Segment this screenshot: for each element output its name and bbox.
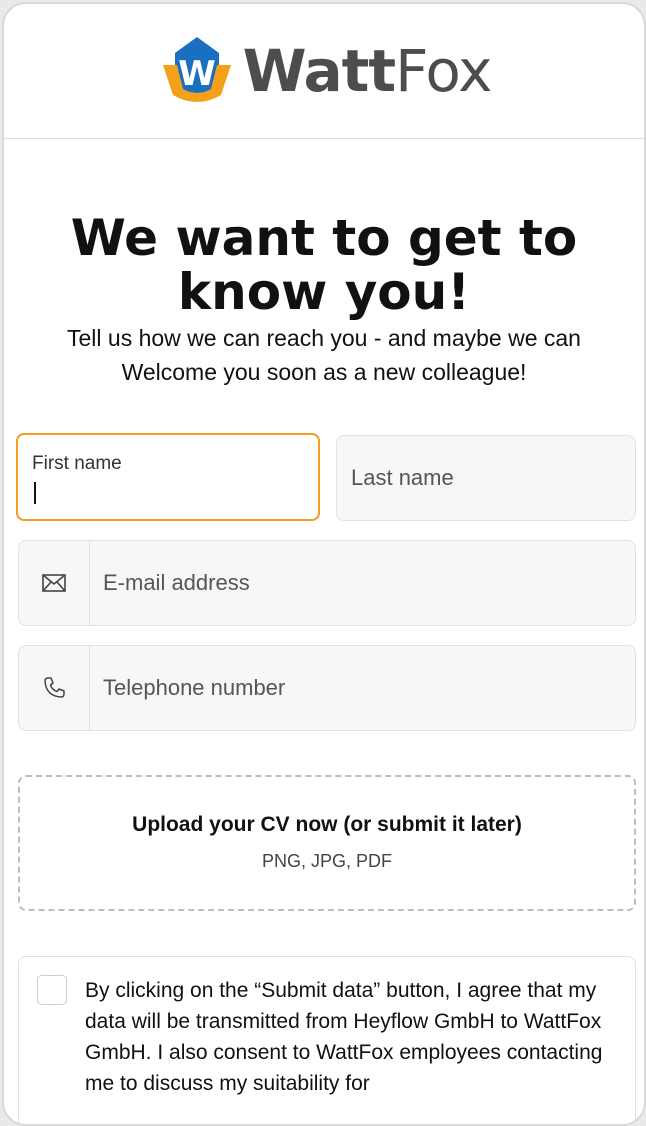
last-name-placeholder: Last name xyxy=(351,465,454,490)
first-name-label: First name xyxy=(32,453,122,474)
logo-wordmark: WattFox xyxy=(242,37,493,105)
header: W WattFox xyxy=(4,4,644,139)
consent-text: By clicking on the “Submit data” button,… xyxy=(85,979,603,1095)
text-cursor xyxy=(34,482,36,504)
upload-title: Upload your CV now (or submit it later) xyxy=(132,813,522,836)
consent-checkbox[interactable] xyxy=(37,975,67,1005)
cv-upload-dropzone[interactable]: Upload your CV now (or submit it later) … xyxy=(18,775,636,911)
consent-box: By clicking on the “Submit data” button,… xyxy=(18,956,636,1124)
phone-placeholder: Telephone number xyxy=(103,675,286,700)
email-icon-cell xyxy=(19,541,90,625)
phone-icon-cell xyxy=(19,646,90,730)
email-placeholder: E-mail address xyxy=(103,570,250,595)
first-name-field[interactable]: First name xyxy=(16,433,320,521)
logo-letter: W xyxy=(178,54,216,94)
app-frame: W WattFox We want to get to know you! Te… xyxy=(2,2,646,1126)
upload-file-types: PNG, JPG, PDF xyxy=(261,851,393,871)
phone-field[interactable]: Telephone number xyxy=(18,645,636,731)
page-subtitle: Tell us how we can reach you - and maybe… xyxy=(67,325,581,385)
last-name-field[interactable]: Last name xyxy=(336,435,636,521)
page-title: We want to get to know you! xyxy=(70,209,578,321)
logo-word-watt: Watt xyxy=(242,37,396,105)
wattfox-logo[interactable]: W WattFox xyxy=(157,35,492,107)
house-logo-icon: W xyxy=(162,37,231,102)
logo-word-fox: Fox xyxy=(395,37,492,105)
email-field[interactable]: E-mail address xyxy=(18,540,636,626)
envelope-icon xyxy=(42,574,66,592)
phone-icon xyxy=(44,677,65,698)
